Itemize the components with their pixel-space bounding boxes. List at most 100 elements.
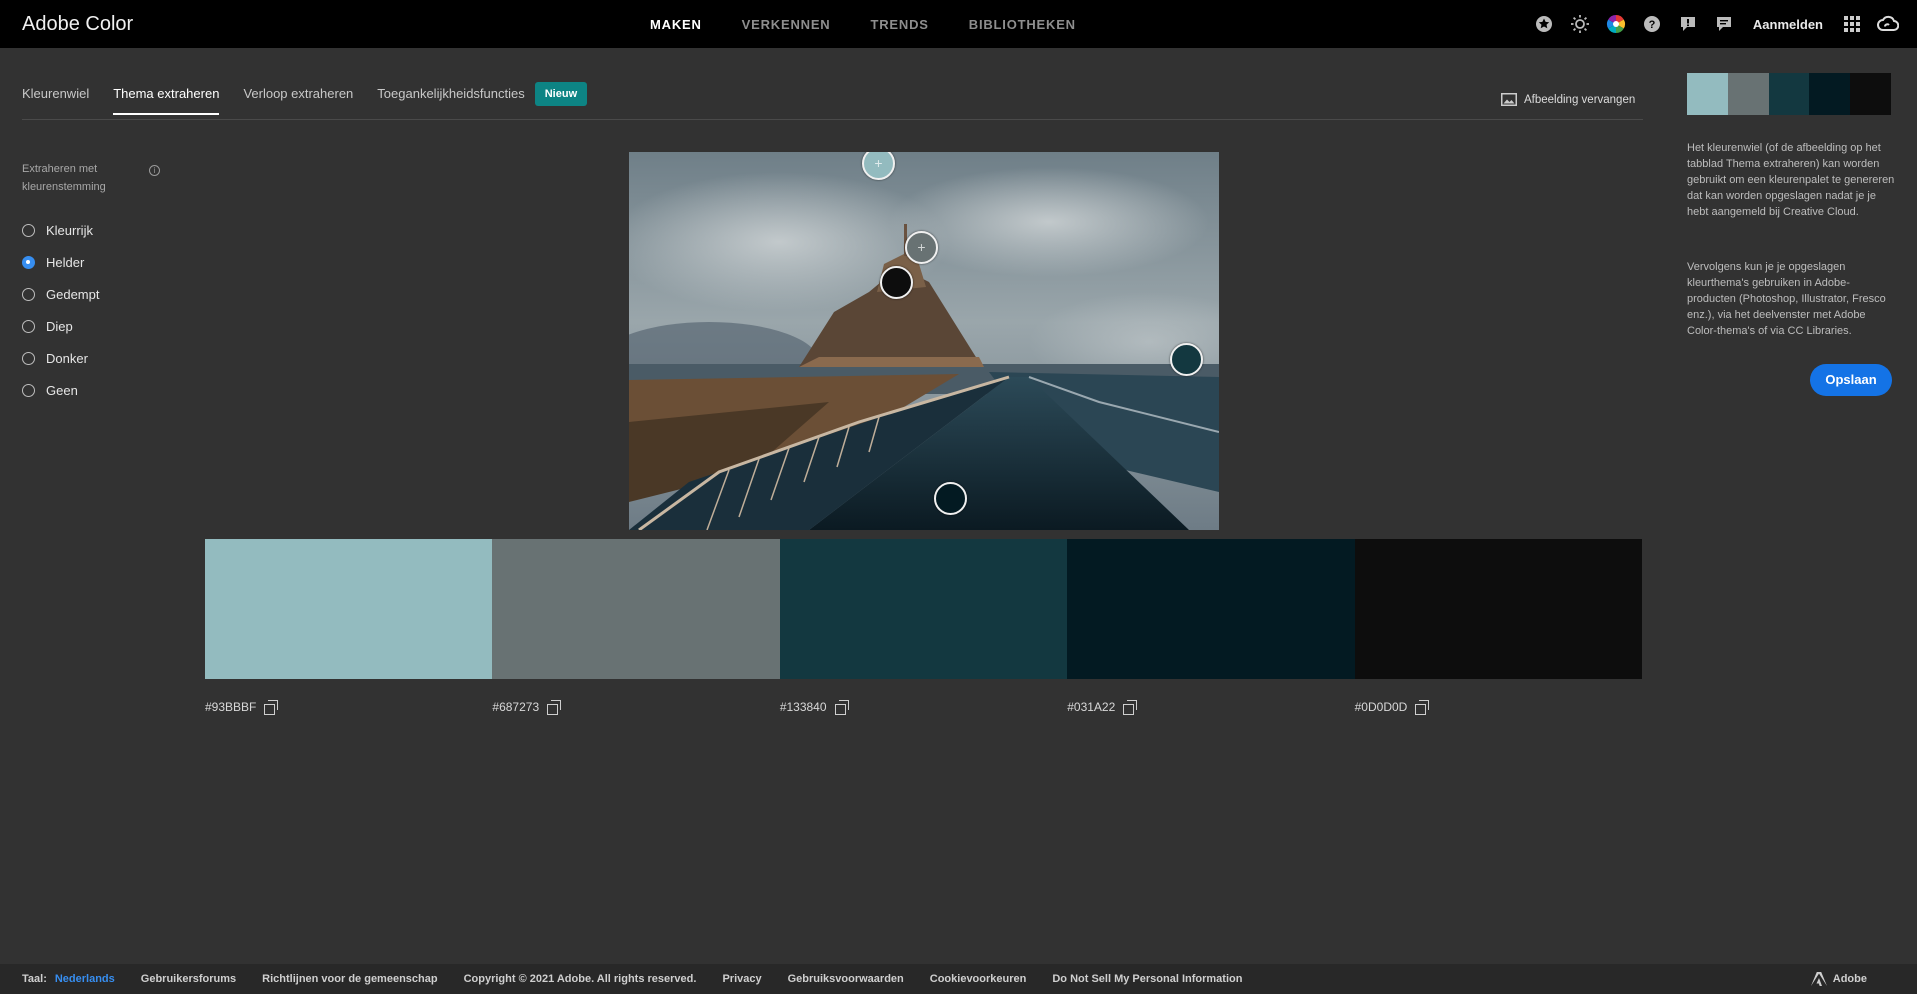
copy-icon[interactable] xyxy=(264,700,279,715)
color-swatches xyxy=(205,539,1643,679)
plus-icon: + xyxy=(917,239,926,255)
swatch-1[interactable] xyxy=(205,539,493,679)
mood-option-donker[interactable]: Donker xyxy=(22,342,99,374)
top-icons: ? Aanmelden xyxy=(1533,13,1899,35)
color-picker-2[interactable]: + xyxy=(905,231,938,264)
sign-in-link[interactable]: Aanmelden xyxy=(1753,17,1823,32)
radio-label: Geen xyxy=(46,382,78,398)
apps-grid-icon[interactable] xyxy=(1841,13,1863,35)
hex-cell-2: #687273 xyxy=(492,700,779,715)
footer-link-terms[interactable]: Gebruiksvoorwaarden xyxy=(788,973,904,985)
sidebar-description-2: Vervolgens kun je je opgeslagen kleurthe… xyxy=(1687,261,1886,337)
radio-label: Diep xyxy=(46,318,73,334)
hex-cell-5: #0D0D0D xyxy=(1354,700,1642,715)
new-badge: Nieuw xyxy=(534,81,588,106)
save-button[interactable]: Opslaan xyxy=(1810,364,1892,396)
radio-button[interactable] xyxy=(22,287,35,301)
plus-icon: + xyxy=(874,155,883,171)
hex-cell-3: #133840 xyxy=(779,700,1067,715)
app-title[interactable]: Adobe Color xyxy=(22,13,133,36)
hex-value: #031A22 xyxy=(1067,700,1116,714)
replace-image-button[interactable]: Afbeelding vervangen xyxy=(1501,93,1635,106)
radio-button[interactable] xyxy=(22,383,35,397)
landscape-photo xyxy=(629,152,1219,530)
footer-link-forums[interactable]: Gebruikersforums xyxy=(141,973,236,985)
mini-palette-preview xyxy=(1687,73,1891,115)
replace-image-label: Afbeelding vervangen xyxy=(1524,93,1636,106)
radio-label: Donker xyxy=(46,350,88,366)
radio-button[interactable] xyxy=(22,223,35,237)
mood-option-diep[interactable]: Diep xyxy=(22,310,99,342)
image-icon xyxy=(1501,93,1517,106)
main-nav: MAKEN VERKENNEN TRENDS BIBLIOTHEKEN xyxy=(650,17,1076,32)
swatch-4[interactable] xyxy=(1067,539,1355,679)
mood-radio-group: Kleurrijk Helder Gedempt Diep Donker Gee… xyxy=(22,214,99,406)
info-icon[interactable]: i xyxy=(149,165,160,176)
hex-cell-1: #93BBBF xyxy=(205,700,492,715)
radio-label: Helder xyxy=(46,254,85,270)
footer-link-do-not-sell[interactable]: Do Not Sell My Personal Information xyxy=(1052,973,1242,985)
mood-option-helder[interactable]: Helder xyxy=(22,246,99,278)
tab-verloop-extraheren[interactable]: Verloop extraheren xyxy=(243,86,353,115)
language-link[interactable]: Nederlands xyxy=(55,973,115,985)
tab-toegankelijkheidsfuncties[interactable]: Toegankelijkheidsfuncties xyxy=(377,86,524,115)
hex-cell-4: #031A22 xyxy=(1067,700,1354,715)
mini-swatch xyxy=(1727,73,1769,115)
copy-icon[interactable] xyxy=(1123,700,1138,715)
creative-cloud-icon[interactable] xyxy=(1877,13,1899,35)
sun-icon[interactable] xyxy=(1569,13,1591,35)
sidebar-description-1: Het kleurenwiel (of de afbeelding op het… xyxy=(1687,142,1895,218)
tab-thema-extraheren[interactable]: Thema extraheren xyxy=(113,86,220,115)
footer-link-guidelines[interactable]: Richtlijnen voor de gemeenschap xyxy=(262,973,437,985)
chat-icon[interactable] xyxy=(1713,13,1735,35)
tabs-divider xyxy=(22,119,1643,120)
swatch-3[interactable] xyxy=(779,539,1068,679)
mini-swatch xyxy=(1850,73,1891,115)
copy-icon[interactable] xyxy=(1415,700,1430,715)
color-picker-5[interactable] xyxy=(880,266,913,299)
nav-maken[interactable]: MAKEN xyxy=(650,17,702,32)
mini-swatch xyxy=(1809,73,1851,115)
alert-icon[interactable] xyxy=(1677,13,1699,35)
svg-text:?: ? xyxy=(1649,19,1656,31)
mini-swatch xyxy=(1768,73,1810,115)
adobe-logo[interactable]: Adobe xyxy=(1810,972,1893,986)
top-bar: Adobe Color MAKEN VERKENNEN TRENDS BIBLI… xyxy=(0,0,1917,48)
mood-option-geen[interactable]: Geen xyxy=(22,374,99,406)
tab-kleurenwiel[interactable]: Kleurenwiel xyxy=(22,86,89,115)
swatch-5[interactable] xyxy=(1354,539,1643,679)
color-picker-4[interactable] xyxy=(934,482,967,515)
mood-label: Extraheren met kleurenstemming xyxy=(22,163,106,193)
adobe-brand-text: Adobe xyxy=(1832,973,1867,985)
radio-label: Gedempt xyxy=(46,286,100,302)
footer-link-cookies[interactable]: Cookievoorkeuren xyxy=(930,973,1027,985)
hex-value: #687273 xyxy=(492,700,540,714)
radio-button[interactable] xyxy=(22,351,35,365)
color-picker-3[interactable] xyxy=(1170,343,1203,376)
footer-copyright: Copyright © 2021 Adobe. All rights reser… xyxy=(463,973,697,985)
copy-icon[interactable] xyxy=(547,700,562,715)
footer-link-privacy[interactable]: Privacy xyxy=(722,973,761,985)
nav-trends[interactable]: TRENDS xyxy=(871,17,929,32)
mood-option-kleurrijk[interactable]: Kleurrijk xyxy=(22,214,99,246)
hex-value: #133840 xyxy=(779,700,827,714)
adobe-icon xyxy=(1810,972,1827,986)
radio-button[interactable] xyxy=(22,319,35,333)
nav-verkennen[interactable]: VERKENNEN xyxy=(742,17,831,32)
nav-bibliotheken[interactable]: BIBLIOTHEKEN xyxy=(969,17,1076,32)
radio-label: Kleurrijk xyxy=(46,222,93,238)
copy-icon[interactable] xyxy=(834,700,849,715)
mode-tabs: Kleurenwiel Thema extraheren Verloop ext… xyxy=(22,81,588,115)
hex-value: #0D0D0D xyxy=(1354,700,1408,714)
language-label: Taal: xyxy=(22,973,47,985)
color-wheel-icon[interactable] xyxy=(1605,13,1627,35)
hex-values: #93BBBF #687273 #133840 #031A22 #0D0D0D xyxy=(205,700,1642,715)
mood-option-gedempt[interactable]: Gedempt xyxy=(22,278,99,310)
mini-swatch xyxy=(1687,73,1728,115)
source-image[interactable]: + + xyxy=(629,152,1219,530)
star-icon[interactable] xyxy=(1533,13,1555,35)
hex-value: #93BBBF xyxy=(205,700,257,714)
swatch-2[interactable] xyxy=(492,539,780,679)
radio-button[interactable] xyxy=(22,255,35,269)
help-icon[interactable]: ? xyxy=(1641,13,1663,35)
